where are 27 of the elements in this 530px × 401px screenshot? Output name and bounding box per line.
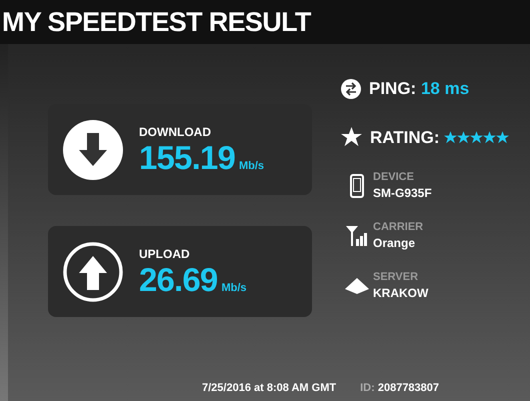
speed-value: 26.69 — [139, 260, 218, 298]
detail-label: CARRIER — [373, 220, 424, 234]
rating-star-icon — [456, 130, 470, 144]
phone-icon — [350, 174, 364, 198]
rating-star-icon — [470, 130, 483, 144]
detail-label: DEVICE — [373, 170, 415, 184]
speed-unit: Mb/s — [238, 158, 264, 174]
rating-star-icon — [482, 130, 496, 144]
result-id: ID: 2087783807 — [360, 381, 440, 396]
speed-unit: Mb/s — [221, 280, 247, 296]
rating-label: RATING: — [370, 126, 440, 148]
server-icon — [345, 278, 369, 294]
ping-icon — [341, 78, 361, 99]
signal-tower-icon — [346, 226, 368, 246]
speed-value: 155.19 — [139, 138, 235, 176]
star-icon — [341, 127, 362, 148]
detail-value: KRAKOW — [373, 285, 428, 302]
rating-star-icon — [444, 130, 457, 144]
detail-value: Orange — [373, 235, 416, 252]
page-title: MY SPEEDTEST RESULT — [2, 6, 311, 39]
speed-label: DOWNLOAD — [139, 124, 212, 140]
detail-label: SERVER — [373, 270, 420, 284]
test-date: 7/25/2016 at 8:08 AM GMT — [202, 381, 336, 396]
rating-star-icon — [496, 130, 509, 144]
detail-value: SM-G935F — [373, 185, 432, 202]
speed-label: UPLOAD — [139, 246, 191, 262]
ping-label: PING: 18 ms — [369, 78, 470, 100]
